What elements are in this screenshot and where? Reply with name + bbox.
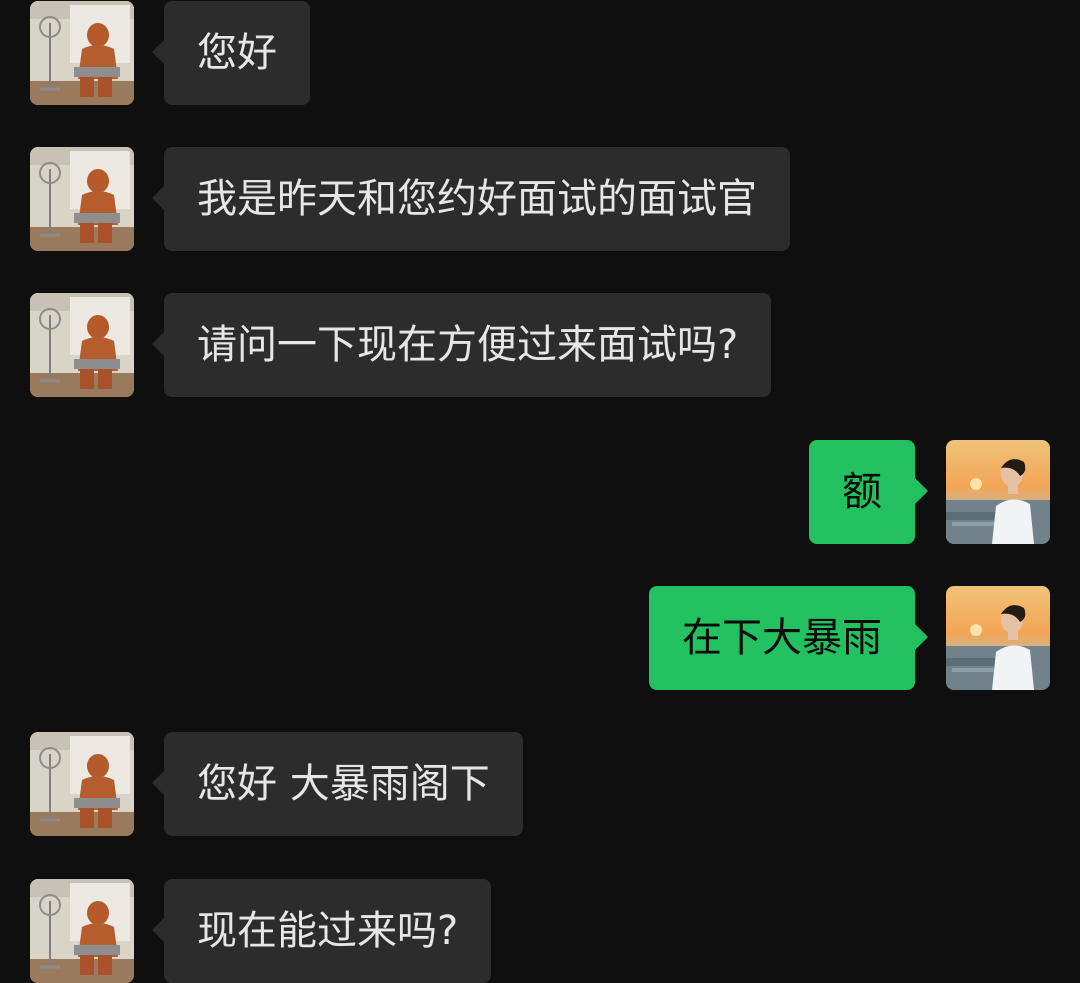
chat-conversation: 您好 我是昨天和您约好面试的面试官 请问一下现在方便过来面试吗? 额 在下大暴雨	[0, 0, 1080, 983]
message-bubble[interactable]: 您好 大暴雨阁下	[164, 732, 523, 836]
message-row-incoming: 您好	[0, 1, 1080, 105]
man-at-sunset-avatar-icon[interactable]	[946, 586, 1050, 690]
man-at-sunset-avatar-icon[interactable]	[946, 440, 1050, 544]
message-bubble[interactable]: 您好	[164, 1, 310, 105]
message-bubble[interactable]: 请问一下现在方便过来面试吗?	[164, 293, 772, 397]
message-row-incoming: 现在能过来吗?	[0, 879, 1080, 983]
bubble-tail	[915, 624, 928, 650]
message-bubble[interactable]: 我是昨天和您约好面试的面试官	[164, 147, 790, 251]
message-row-incoming: 请问一下现在方便过来面试吗?	[0, 293, 1080, 397]
person-in-brown-suit-avatar-icon[interactable]	[30, 293, 134, 397]
message-bubble[interactable]: 现在能过来吗?	[164, 879, 492, 983]
message-bubble[interactable]: 额	[809, 440, 915, 544]
message-row-incoming: 您好 大暴雨阁下	[0, 732, 1080, 836]
person-in-brown-suit-avatar-icon[interactable]	[30, 147, 134, 251]
bubble-tail	[915, 478, 928, 504]
person-in-brown-suit-avatar-icon[interactable]	[30, 879, 134, 983]
person-in-brown-suit-avatar-icon[interactable]	[30, 732, 134, 836]
message-row-outgoing: 额	[0, 440, 1080, 544]
person-in-brown-suit-avatar-icon[interactable]	[30, 1, 134, 105]
message-row-outgoing: 在下大暴雨	[0, 586, 1080, 690]
message-row-incoming: 我是昨天和您约好面试的面试官	[0, 147, 1080, 251]
message-bubble[interactable]: 在下大暴雨	[649, 586, 915, 690]
